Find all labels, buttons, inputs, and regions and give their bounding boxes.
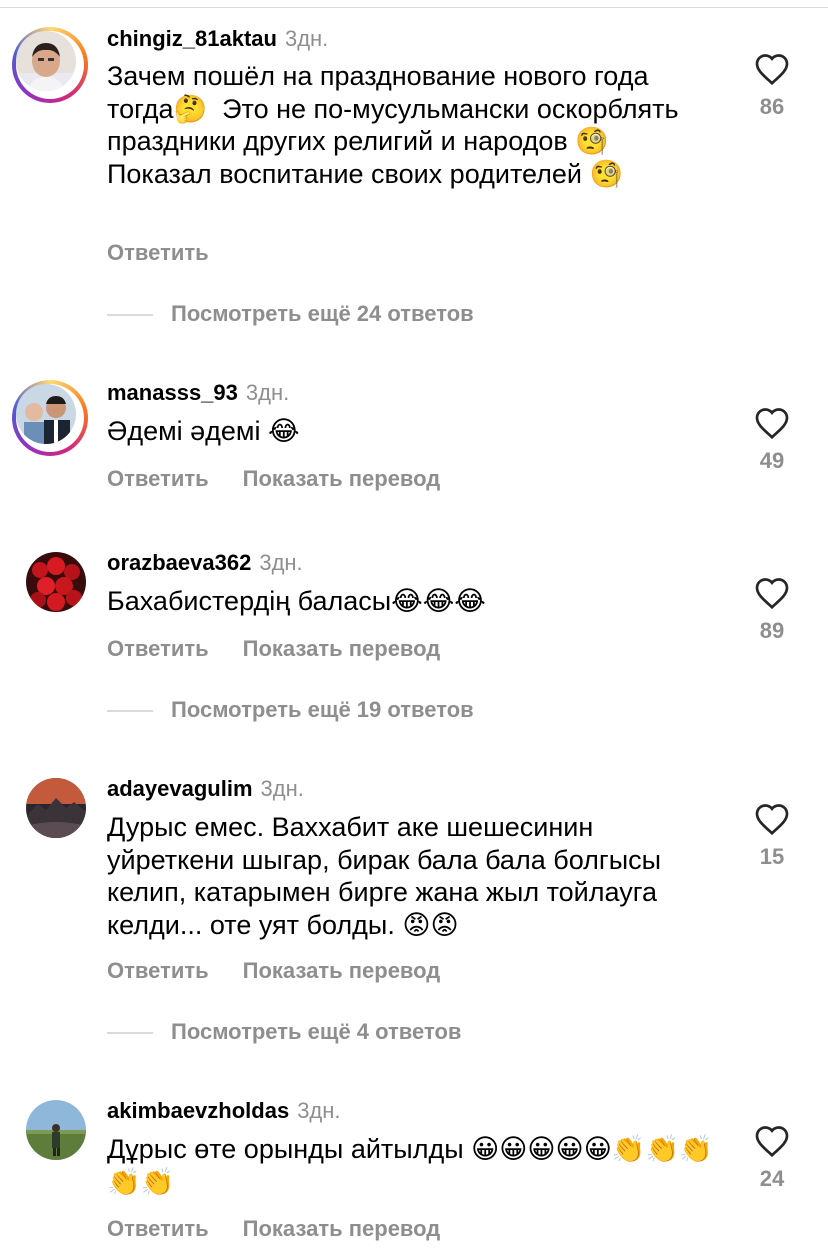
reply-button[interactable]: Ответить	[107, 466, 209, 491]
like-count: 24	[759, 1166, 785, 1191]
like-count: 86	[759, 94, 785, 119]
reply-button[interactable]: Ответить	[107, 958, 209, 983]
comment-text: Зачем пошёл на празднование нового года …	[107, 61, 687, 189]
comment-time: 3дн.	[284, 26, 329, 51]
comment-time: 3дн.	[297, 1098, 341, 1123]
avatar[interactable]	[26, 778, 86, 838]
reply-button[interactable]: Ответить	[107, 1216, 209, 1241]
reply-button[interactable]: Ответить	[107, 636, 209, 661]
heart-icon[interactable]	[754, 802, 790, 836]
comment-text: Дурыс емес. Ваххабит аке шешесинин уйрет…	[107, 812, 669, 940]
show-translation-button[interactable]: Показать перевод	[243, 466, 441, 491]
avatar	[16, 31, 76, 91]
like-count: 15	[759, 844, 785, 869]
username[interactable]: akimbaevzholdas	[107, 1098, 289, 1123]
username[interactable]: orazbaeva362	[107, 550, 251, 575]
heart-icon[interactable]	[754, 1124, 790, 1158]
heart-icon[interactable]	[754, 52, 790, 86]
like-count: 49	[759, 448, 785, 473]
comment-text: Бахабистердің баласы😂😂😂	[107, 586, 486, 616]
top-divider	[0, 7, 828, 8]
reply-line	[107, 314, 153, 317]
comment-time: 3дн.	[260, 776, 304, 801]
username[interactable]: chingiz_81aktau	[107, 26, 277, 51]
heart-icon[interactable]	[754, 576, 790, 610]
avatar	[16, 384, 76, 444]
like-count: 89	[759, 618, 785, 643]
view-more-replies[interactable]: Посмотреть ещё 19 ответов	[107, 697, 474, 723]
show-translation-button[interactable]: Показать перевод	[243, 636, 441, 661]
avatar[interactable]	[26, 552, 86, 612]
avatar[interactable]	[26, 1100, 86, 1160]
comment-text: Әдемі әдемі 😂	[107, 416, 300, 446]
heart-icon[interactable]	[754, 406, 790, 440]
reply-line	[107, 710, 153, 713]
avatar-story-ring[interactable]	[12, 27, 88, 103]
show-translation-button[interactable]: Показать перевод	[243, 958, 441, 983]
reply-button[interactable]: Ответить	[107, 240, 209, 265]
comment-text: Дұрыс өте орынды айтылды 😀😀😀😀😀👏👏👏👏👏	[107, 1134, 713, 1197]
avatar-story-ring[interactable]	[12, 380, 88, 456]
comment-time: 3дн.	[245, 380, 290, 405]
comment-time: 3дн.	[259, 550, 303, 575]
show-translation-button[interactable]: Показать перевод	[243, 1216, 441, 1241]
username[interactable]: manasss_93	[107, 380, 238, 405]
view-more-replies[interactable]: Посмотреть ещё 24 ответов	[107, 301, 474, 327]
view-more-replies[interactable]: Посмотреть ещё 4 ответов	[107, 1019, 461, 1045]
reply-line	[107, 1032, 153, 1035]
username[interactable]: adayevagulim	[107, 776, 253, 801]
